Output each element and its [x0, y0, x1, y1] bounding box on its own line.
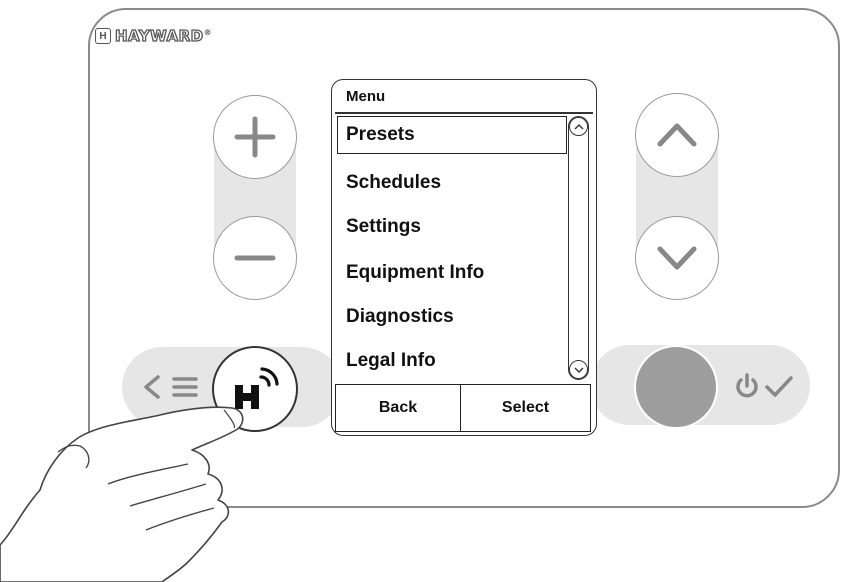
menu-item-settings[interactable]: Settings	[346, 216, 421, 238]
chevron-down-icon	[657, 246, 697, 270]
scroll-up-arrow[interactable]	[569, 117, 588, 136]
select-softkey[interactable]: Select	[460, 384, 591, 432]
back-softkey[interactable]: Back	[335, 384, 461, 432]
power-icon[interactable]	[734, 372, 760, 405]
scroll-up-icon	[574, 123, 583, 129]
check-icon[interactable]	[764, 374, 794, 405]
brand-name: HAYWARD®	[114, 26, 213, 45]
up-button[interactable]	[635, 93, 719, 177]
menu-item-schedules[interactable]: Schedules	[346, 172, 441, 194]
plus-button[interactable]	[213, 95, 297, 179]
scroll-down-arrow[interactable]	[569, 360, 588, 379]
brand: H HAYWARD®	[95, 24, 212, 48]
pointing-hand-illustration	[0, 406, 244, 582]
menu-item-diagnostics[interactable]: Diagnostics	[346, 306, 454, 328]
down-button[interactable]	[635, 216, 719, 300]
title-divider	[335, 112, 593, 114]
menu-item-equipment-info[interactable]: Equipment Info	[346, 262, 484, 284]
plus-icon	[234, 116, 276, 158]
hayward-logo-icon: H	[95, 28, 111, 44]
scrollbar[interactable]	[568, 116, 589, 380]
minus-icon	[234, 255, 276, 261]
menu-item-presets[interactable]: Presets	[346, 124, 415, 146]
menu-item-legal-info[interactable]: Legal Info	[346, 350, 436, 372]
screen-title: Menu	[346, 88, 386, 105]
action-button[interactable]	[634, 345, 718, 429]
chevron-up-icon	[657, 123, 697, 147]
scroll-down-icon	[574, 367, 583, 373]
minus-button[interactable]	[213, 216, 297, 300]
